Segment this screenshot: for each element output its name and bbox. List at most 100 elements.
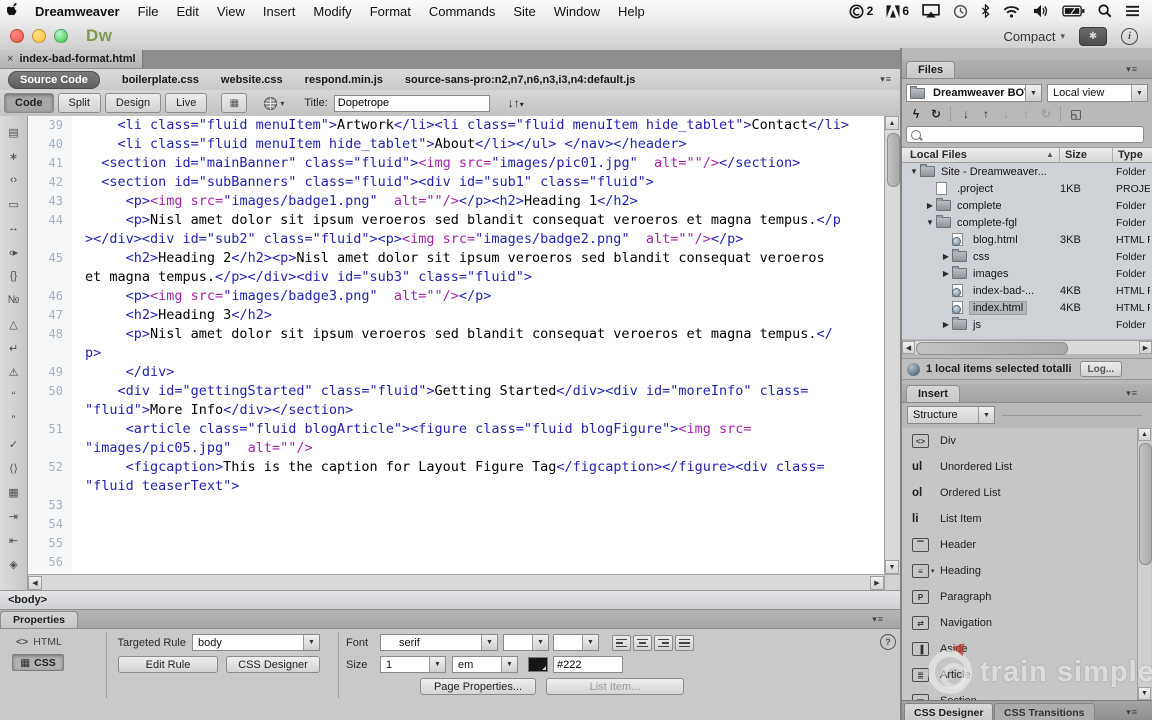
menu-item-file[interactable]: File — [129, 4, 168, 19]
adobe-icon[interactable]: 6 — [886, 4, 909, 18]
file-tree-row[interactable]: ▶ css Folder — [902, 248, 1152, 265]
disclosure-closed-icon[interactable]: ▶ — [924, 201, 936, 210]
apple-menu-icon[interactable] — [0, 2, 26, 20]
word-wrap-icon[interactable]: ↵ — [3, 336, 25, 360]
related-file[interactable]: respond.min.js — [305, 74, 383, 86]
tag-selector-body[interactable]: <body> — [8, 594, 47, 606]
menu-item-view[interactable]: View — [208, 4, 254, 19]
insert-panel-menu-icon[interactable]: ▾≡ — [1126, 388, 1138, 399]
view-button-split[interactable]: Split — [57, 93, 101, 113]
column-local-files[interactable]: Local Files — [910, 149, 967, 161]
insert-item-article[interactable]: ≣ Article — [902, 662, 1152, 688]
creative-cloud-icon[interactable]: 2 — [849, 3, 873, 19]
insert-scrollbar[interactable]: ▲ ▼ — [1137, 428, 1152, 700]
align-right-button[interactable] — [654, 635, 673, 651]
wrap-tag-icon[interactable]: ✓ — [3, 432, 25, 456]
workspace-switcher[interactable]: Compact ▾ — [1003, 29, 1065, 44]
insert-item-div[interactable]: <> Div — [902, 428, 1152, 454]
tab-css-designer[interactable]: CSS Designer — [904, 703, 994, 720]
expand-all-icon[interactable]: ↔ — [3, 216, 25, 240]
select-parent-tag-icon[interactable]: ‹▸ — [3, 240, 25, 264]
recent-snippets-icon[interactable]: ⟨⟩ — [3, 456, 25, 480]
files-column-header[interactable]: Local Files ▲ Size Type — [902, 147, 1152, 164]
files-search-input[interactable] — [906, 126, 1144, 143]
put-files-icon[interactable]: ↑ — [976, 106, 996, 122]
insert-category-select[interactable]: Structure ▼ — [907, 406, 995, 424]
format-source-code-icon[interactable]: ◈ — [3, 552, 25, 576]
syntax-error-alerts-icon[interactable]: ⚠ — [3, 360, 25, 384]
minimize-window-button[interactable] — [32, 29, 46, 43]
font-select[interactable]: serif ▼ — [380, 634, 498, 651]
insert-item-navigation[interactable]: ⇄ Navigation — [902, 610, 1152, 636]
scroll-left-arrow[interactable]: ◀ — [28, 576, 42, 590]
refresh-icon[interactable]: ↻ — [926, 106, 946, 122]
collapse-selection-icon[interactable]: ▭ — [3, 192, 25, 216]
open-documents-icon[interactable]: ▤ — [3, 120, 25, 144]
insert-item-header[interactable]: ▔ Header — [902, 532, 1152, 558]
close-tab-icon[interactable]: × — [7, 53, 13, 65]
collapse-full-tag-icon[interactable]: ‹› — [3, 168, 25, 192]
view-button-design[interactable]: Design — [104, 93, 162, 113]
files-panel-menu-icon[interactable]: ▾≡ — [1126, 64, 1138, 75]
css-designer-button[interactable]: CSS Designer — [226, 656, 320, 673]
view-button-live[interactable]: Live — [165, 93, 208, 113]
tab-files[interactable]: Files — [906, 61, 956, 78]
scroll-down-arrow[interactable]: ▼ — [885, 560, 899, 574]
view-button-code[interactable]: Code — [4, 93, 54, 113]
file-tree-row[interactable]: ▶ js Folder — [902, 316, 1152, 333]
scroll-left-arrow[interactable]: ◀ — [902, 341, 915, 354]
insert-item-heading[interactable]: ≡ ▾ Heading — [902, 558, 1152, 584]
get-files-icon[interactable]: ↓ — [956, 106, 976, 122]
show-browser-navigation-icon[interactable]: ∗ — [3, 144, 25, 168]
menu-item-site[interactable]: Site — [504, 4, 544, 19]
expand-panel-icon[interactable]: ◱ — [1066, 106, 1086, 122]
bottom-tabs-menu-icon[interactable]: ▾≡ — [1126, 707, 1138, 718]
time-machine-icon[interactable] — [953, 4, 968, 19]
battery-icon[interactable] — [1062, 5, 1085, 17]
insert-scroll-thumb[interactable] — [1139, 443, 1152, 565]
file-tree-row[interactable]: ▼ complete-fgl Folder — [902, 214, 1152, 231]
related-file[interactable]: source-sans-pro:n2,n7,n6,n3,i3,n4:defaul… — [405, 74, 635, 86]
file-tree-row[interactable]: blog.html 3KB HTML Fi — [902, 231, 1152, 248]
align-left-button[interactable] — [612, 635, 631, 651]
html-mode-button[interactable]: <> HTML — [16, 636, 62, 648]
menu-item-edit[interactable]: Edit — [168, 4, 208, 19]
volume-icon[interactable] — [1033, 4, 1049, 18]
title-input[interactable] — [333, 94, 490, 112]
balance-braces-icon[interactable]: {} — [3, 264, 25, 288]
menu-item-dreamweaver[interactable]: Dreamweaver — [26, 4, 129, 19]
insert-item-list-item[interactable]: li List Item — [902, 506, 1152, 532]
file-tree-row[interactable]: ▼ Site - Dreamweaver... Folder — [902, 163, 1152, 180]
files-scroll-thumb[interactable] — [916, 342, 1068, 355]
scroll-right-arrow[interactable]: ▶ — [1139, 341, 1152, 354]
menu-item-window[interactable]: Window — [545, 4, 609, 19]
file-tree-row[interactable]: .project 1KB PROJECT — [902, 180, 1152, 197]
apply-comment-icon[interactable]: “ — [3, 384, 25, 408]
files-horizontal-scrollbar[interactable]: ◀ ▶ — [902, 340, 1152, 355]
properties-menu-icon[interactable]: ▾≡ — [872, 614, 884, 625]
size-select[interactable]: 1 ▼ — [380, 656, 446, 673]
site-select[interactable]: Dreamweaver BOTF▼ — [906, 84, 1042, 102]
page-properties-button[interactable]: Page Properties... — [420, 678, 536, 695]
scroll-right-arrow[interactable]: ▶ — [870, 576, 884, 590]
insert-item-unordered-list[interactable]: ul Unordered List — [902, 454, 1152, 480]
related-file[interactable]: boilerplate.css — [122, 74, 199, 86]
menu-item-commands[interactable]: Commands — [420, 4, 504, 19]
align-center-button[interactable] — [633, 635, 652, 651]
code-view[interactable]: 39 <li class="fluid menuItem">Artwork</l… — [28, 116, 884, 574]
vertical-scrollbar[interactable]: ▲ ▼ — [884, 116, 900, 574]
edit-rule-button[interactable]: Edit Rule — [118, 656, 218, 673]
view-select[interactable]: Local view ▼ — [1047, 84, 1148, 102]
tab-css-transitions[interactable]: CSS Transitions — [994, 703, 1095, 720]
remove-comment-icon[interactable]: ” — [3, 408, 25, 432]
related-file-source-code[interactable]: Source Code — [8, 70, 100, 89]
check-out-icon[interactable]: ↓ — [996, 106, 1016, 122]
scroll-up-arrow[interactable]: ▲ — [1138, 428, 1151, 441]
menu-item-modify[interactable]: Modify — [304, 4, 360, 19]
disclosure-closed-icon[interactable]: ▶ — [940, 252, 952, 261]
line-numbers-icon[interactable]: № — [3, 288, 25, 312]
text-color-swatch[interactable] — [528, 657, 548, 672]
insert-item-paragraph[interactable]: P Paragraph — [902, 584, 1152, 610]
vertical-scroll-thumb[interactable] — [887, 133, 900, 187]
menu-list-icon[interactable] — [1125, 5, 1140, 17]
